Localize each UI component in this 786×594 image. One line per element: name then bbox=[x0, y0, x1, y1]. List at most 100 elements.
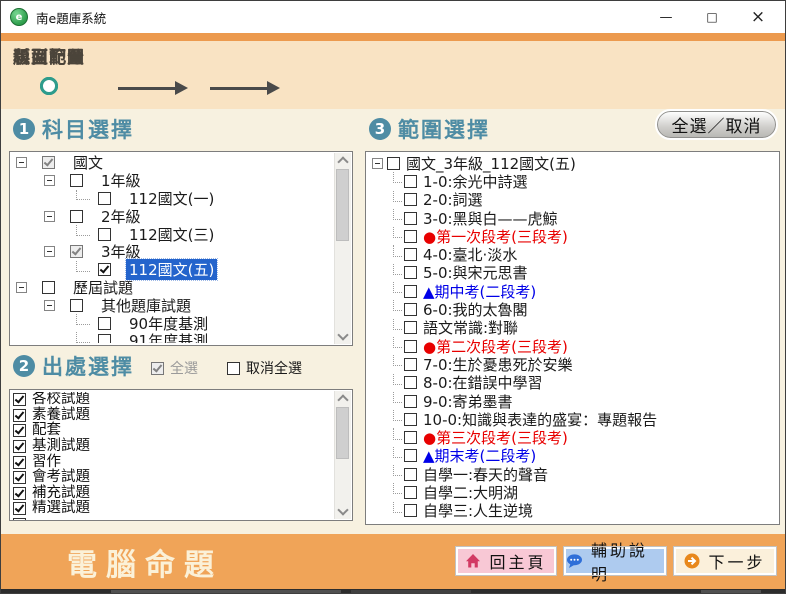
list-item-label[interactable]: 習作 bbox=[32, 454, 61, 470]
tree-checkbox[interactable] bbox=[404, 431, 417, 445]
scope-tree-item[interactable]: 自學一:春天的聲音 bbox=[370, 465, 775, 484]
tree-checkbox[interactable] bbox=[404, 284, 417, 298]
scope-tree-item[interactable]: 2-0:詞選 bbox=[370, 190, 775, 209]
scroll-down-icon[interactable] bbox=[335, 504, 351, 519]
source-list-item[interactable]: 各校試題 bbox=[13, 392, 333, 408]
scope-tree-item[interactable]: 自學三:人生逆境 bbox=[370, 501, 775, 520]
list-item-label[interactable]: 基測試題 bbox=[32, 439, 90, 454]
tree-checkbox[interactable] bbox=[404, 211, 417, 225]
source-list-item[interactable]: 習作 bbox=[13, 454, 333, 470]
scope-tree-item[interactable]: ▲期中考(二段考) bbox=[370, 282, 775, 301]
source-list-item[interactable]: 會考試題 bbox=[13, 470, 333, 486]
tree-checkbox[interactable] bbox=[404, 394, 417, 408]
tree-checkbox[interactable] bbox=[387, 156, 400, 170]
tree-checkbox[interactable] bbox=[404, 248, 417, 262]
subject-tree-scrollbar[interactable] bbox=[334, 153, 351, 344]
tree-checkbox[interactable] bbox=[404, 193, 417, 207]
list-checkbox[interactable] bbox=[13, 502, 26, 516]
tree-expander-icon[interactable] bbox=[16, 157, 27, 169]
tree-checkbox[interactable] bbox=[404, 321, 417, 335]
list-checkbox[interactable] bbox=[13, 471, 26, 485]
scope-tree-item[interactable]: 8-0:在錯誤中學習 bbox=[370, 373, 775, 392]
help-button[interactable]: 輔助說明 bbox=[563, 541, 667, 584]
source-list-item[interactable]: 精選試題 bbox=[13, 501, 333, 517]
tree-expander-icon[interactable] bbox=[44, 246, 55, 258]
tree-expander-icon[interactable] bbox=[44, 299, 55, 311]
tree-checkbox[interactable] bbox=[42, 280, 55, 294]
scope-tree-item[interactable]: ●第一次段考(三段考) bbox=[370, 227, 775, 246]
tree-checkbox[interactable] bbox=[70, 245, 83, 259]
tree-expander-icon[interactable] bbox=[44, 210, 55, 222]
tree-checkbox[interactable] bbox=[70, 174, 83, 188]
subject-tree-item[interactable]: 國文 bbox=[14, 154, 333, 172]
scrollbar-thumb[interactable] bbox=[336, 169, 349, 241]
tree-item-label[interactable]: 91年度基測 bbox=[126, 330, 211, 343]
list-item-label[interactable]: 精選試題 bbox=[32, 501, 90, 516]
list-item-label[interactable]: 各校試題 bbox=[32, 392, 90, 407]
scroll-up-icon[interactable] bbox=[335, 153, 351, 168]
subject-tree-item[interactable]: 112國文(五) bbox=[14, 258, 333, 282]
tree-checkbox[interactable] bbox=[98, 191, 111, 205]
tree-checkbox[interactable] bbox=[70, 298, 83, 312]
list-item-label[interactable]: 會考試題 bbox=[32, 470, 90, 485]
tree-item-label[interactable]: 112國文(五) bbox=[124, 258, 219, 282]
list-checkbox[interactable] bbox=[13, 424, 26, 438]
tree-checkbox[interactable] bbox=[404, 357, 417, 371]
subject-tree-item[interactable]: 112國文(三) bbox=[14, 225, 333, 244]
scope-tree-item[interactable]: ●第二次段考(三段考) bbox=[370, 336, 775, 356]
source-list-item[interactable]: 補充試題 bbox=[13, 485, 333, 502]
list-checkbox[interactable] bbox=[13, 408, 26, 422]
tree-checkbox[interactable] bbox=[98, 263, 111, 277]
scope-tree-item[interactable]: ▲期末考(二段考) bbox=[370, 446, 775, 465]
list-checkbox[interactable] bbox=[13, 518, 26, 520]
list-item-label[interactable]: 配套 bbox=[32, 423, 61, 438]
tree-checkbox[interactable] bbox=[98, 227, 111, 241]
source-list-item[interactable] bbox=[13, 517, 333, 520]
tree-checkbox[interactable] bbox=[404, 485, 417, 499]
scrollbar-thumb[interactable] bbox=[336, 407, 349, 459]
list-item-label[interactable]: 素養試題 bbox=[32, 407, 90, 423]
next-step-button[interactable]: 下一步 bbox=[673, 546, 777, 576]
scope-tree-item[interactable]: 6-0:我的太魯閣 bbox=[370, 300, 775, 319]
scope-tree-item[interactable]: 國文_3年級_112國文(五) bbox=[370, 154, 775, 173]
scroll-down-icon[interactable] bbox=[335, 329, 351, 344]
close-icon[interactable]: × bbox=[735, 7, 781, 27]
subject-tree-item[interactable]: 112國文(一) bbox=[14, 189, 333, 208]
checkbox-icon[interactable] bbox=[151, 361, 164, 375]
subject-tree-item[interactable]: 91年度基測 bbox=[14, 330, 333, 343]
scope-tree-item[interactable]: 1-0:余光中詩選 bbox=[370, 172, 775, 191]
tree-checkbox[interactable] bbox=[404, 266, 417, 280]
subject-tree-item[interactable]: 2年級 bbox=[14, 207, 333, 226]
tree-checkbox[interactable] bbox=[404, 174, 417, 188]
scope-tree-item[interactable]: ●第三次段考(三段考) bbox=[370, 428, 775, 447]
tree-expander-icon[interactable] bbox=[44, 175, 55, 187]
tree-checkbox[interactable] bbox=[404, 467, 417, 481]
subject-tree-item[interactable]: 90年度基測 bbox=[14, 314, 333, 333]
select-all-toggle-button[interactable]: 全選／取消 bbox=[655, 109, 778, 140]
tree-checkbox[interactable] bbox=[404, 412, 417, 426]
scope-tree-item[interactable]: 9-0:寄弟墨書 bbox=[370, 391, 775, 411]
scope-tree-item[interactable]: 4-0:臺北‧淡水 bbox=[370, 245, 775, 264]
tree-expander-icon[interactable] bbox=[16, 281, 27, 293]
scope-tree-item[interactable]: 5-0:與宋元思書 bbox=[370, 263, 775, 282]
tree-checkbox[interactable] bbox=[98, 316, 111, 330]
select-all-checkbox[interactable]: 全選 bbox=[151, 358, 198, 378]
scope-tree-item[interactable]: 語文常識:對聯 bbox=[370, 318, 775, 337]
scroll-up-icon[interactable] bbox=[335, 391, 351, 406]
list-checkbox[interactable] bbox=[13, 393, 26, 407]
deselect-all-checkbox[interactable]: 取消全選 bbox=[227, 358, 302, 378]
tree-checkbox[interactable] bbox=[98, 334, 111, 343]
tree-checkbox[interactable] bbox=[404, 504, 417, 518]
tree-checkbox[interactable] bbox=[404, 376, 417, 390]
list-checkbox[interactable] bbox=[13, 486, 26, 500]
tree-checkbox[interactable] bbox=[404, 229, 417, 243]
tree-checkbox[interactable] bbox=[404, 449, 417, 463]
scope-tree-item[interactable]: 自學二:大明湖 bbox=[370, 483, 775, 502]
subject-tree-item[interactable]: 3年級 bbox=[14, 243, 333, 261]
source-list-item[interactable]: 基測試題 bbox=[13, 439, 333, 455]
tree-expander-icon[interactable] bbox=[372, 157, 383, 169]
tree-checkbox[interactable] bbox=[404, 339, 417, 353]
minimize-icon[interactable]: — bbox=[643, 10, 689, 25]
list-item-label[interactable]: 補充試題 bbox=[32, 485, 90, 501]
list-checkbox[interactable] bbox=[13, 440, 26, 454]
